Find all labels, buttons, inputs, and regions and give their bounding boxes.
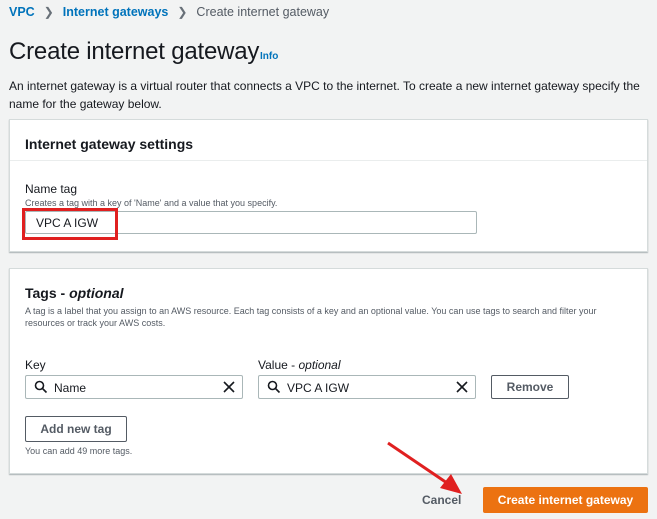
search-icon bbox=[267, 380, 281, 394]
value-label-optional: optional bbox=[298, 358, 341, 372]
tags-title: Tags - optional bbox=[25, 285, 124, 301]
tags-title-optional: optional bbox=[69, 285, 124, 301]
panel-header: Internet gateway settings bbox=[10, 120, 647, 161]
highlight-box bbox=[22, 208, 118, 240]
tags-panel: Tags - optional A tag is a label that yo… bbox=[9, 268, 648, 474]
tags-title-text: Tags - bbox=[25, 285, 70, 301]
page-title: Create internet gateway bbox=[9, 38, 260, 65]
breadcrumb-internet-gateways-link[interactable]: Internet gateways bbox=[63, 5, 169, 19]
key-label: Key bbox=[25, 358, 46, 372]
chevron-right-icon: ❯ bbox=[43, 5, 54, 19]
info-link[interactable]: Info bbox=[260, 51, 278, 62]
add-new-tag-button[interactable]: Add new tag bbox=[25, 416, 127, 442]
annotation-arrow-icon bbox=[387, 441, 462, 494]
breadcrumb-current: Create internet gateway bbox=[196, 5, 330, 19]
value-label-text: Value - bbox=[258, 358, 299, 372]
breadcrumb: VPC ❯ Internet gateways ❯ Create interne… bbox=[9, 5, 329, 19]
tag-value-input[interactable]: VPC A IGW bbox=[258, 375, 476, 399]
value-label: Value - optional bbox=[258, 358, 341, 372]
page-description: An internet gateway is a virtual router … bbox=[9, 79, 640, 111]
clear-icon[interactable] bbox=[222, 380, 236, 394]
tags-remaining-hint: You can add 49 more tags. bbox=[25, 446, 133, 456]
tag-value-value: VPC A IGW bbox=[287, 381, 350, 395]
panel-title: Internet gateway settings bbox=[25, 136, 194, 152]
clear-icon[interactable] bbox=[455, 380, 469, 394]
chevron-right-icon: ❯ bbox=[177, 5, 188, 19]
tag-key-value: Name bbox=[54, 381, 87, 395]
create-internet-gateway-button[interactable]: Create internet gateway bbox=[483, 487, 648, 513]
internet-gateway-settings-panel: Internet gateway settings Name tag Creat… bbox=[9, 119, 648, 252]
breadcrumb-vpc-link[interactable]: VPC bbox=[9, 5, 35, 19]
name-tag-label: Name tag bbox=[25, 182, 78, 196]
remove-tag-button[interactable]: Remove bbox=[491, 375, 569, 399]
search-icon bbox=[34, 380, 48, 394]
tag-key-input[interactable]: Name bbox=[25, 375, 243, 399]
tags-description: A tag is a label that you assign to an A… bbox=[25, 306, 597, 328]
